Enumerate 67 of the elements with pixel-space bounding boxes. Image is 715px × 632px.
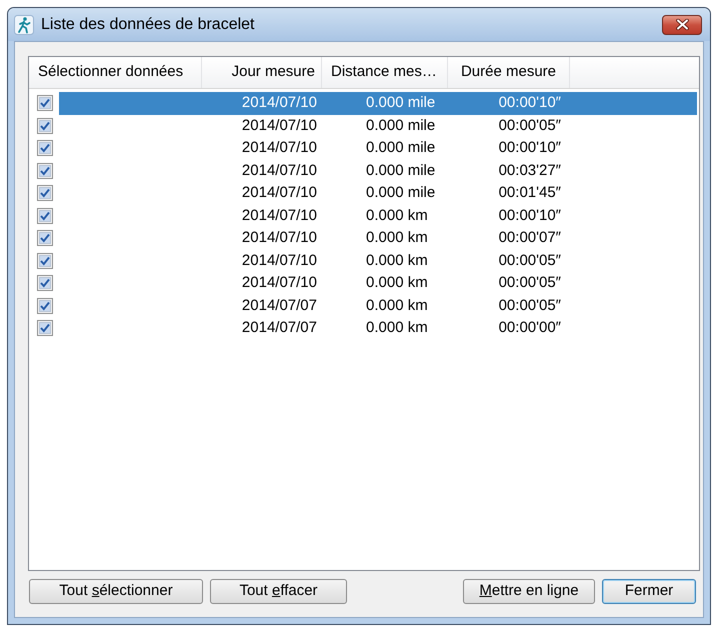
date-cell-text: 2014/07/10 bbox=[242, 183, 317, 203]
date-cell-text: 2014/07/10 bbox=[242, 250, 317, 270]
list-row[interactable]: 2014/07/10 0.000 km 00:00'10″ bbox=[59, 204, 697, 227]
list-row[interactable]: 2014/07/10 0.000 mile 00:03'27″ bbox=[59, 160, 697, 182]
duration-cell-text: 00:00'10″ bbox=[498, 138, 561, 158]
date-cell-text: 2014/07/10 bbox=[242, 138, 317, 158]
duration-cell-text: 00:00'05″ bbox=[498, 250, 561, 270]
duration-cell-text: 00:00'00″ bbox=[498, 318, 561, 338]
column-header[interactable]: Distance mes… bbox=[322, 57, 448, 88]
column-header[interactable]: Jour mesure bbox=[202, 57, 322, 88]
distance-cell-text: 0.000 mile bbox=[366, 138, 436, 158]
runner-icon bbox=[14, 14, 34, 34]
date-cell-text: 2014/07/10 bbox=[242, 160, 317, 180]
dialog-button[interactable]: Mettre en ligne bbox=[463, 579, 595, 604]
list-row[interactable]: 2014/07/10 0.000 mile 00:00'05″ bbox=[59, 114, 697, 137]
distance-cell-text: 0.000 km bbox=[366, 228, 428, 248]
list-row[interactable]: 2014/07/10 0.000 km 00:00'05″ bbox=[59, 250, 697, 272]
checkbox[interactable] bbox=[37, 162, 53, 179]
distance-cell-text: 0.000 km bbox=[366, 273, 428, 293]
distance-cell-text: 0.000 mile bbox=[366, 183, 436, 203]
date-cell-text: 2014/07/07 bbox=[242, 296, 317, 316]
checkbox[interactable] bbox=[37, 95, 53, 112]
duration-cell-text: 00:00'05″ bbox=[498, 296, 561, 316]
close-button[interactable] bbox=[662, 14, 702, 34]
list-row[interactable]: 2014/07/10 0.000 mile 00:00'10″ bbox=[59, 92, 697, 114]
list-row[interactable]: 2014/07/07 0.000 km 00:00'00″ bbox=[59, 317, 697, 340]
duration-cell-text: 00:03'27″ bbox=[498, 160, 561, 180]
checkbox[interactable] bbox=[37, 275, 53, 292]
distance-cell-text: 0.000 km bbox=[366, 296, 428, 316]
date-cell-text: 2014/07/10 bbox=[242, 228, 317, 248]
list-row[interactable]: 2014/07/10 0.000 mile 00:00'10″ bbox=[59, 137, 697, 160]
checkbox[interactable] bbox=[37, 118, 53, 134]
column-header[interactable]: Sélectionner données bbox=[29, 57, 202, 88]
dialog-button[interactable]: Tout effacer bbox=[210, 579, 347, 604]
checkbox[interactable] bbox=[37, 230, 53, 246]
window-title: Liste des données de bracelet bbox=[41, 14, 254, 34]
duration-cell-text: 00:01'45″ bbox=[498, 183, 561, 203]
distance-cell-text: 0.000 mile bbox=[366, 116, 436, 136]
list-row[interactable]: 2014/07/10 0.000 km 00:00'05″ bbox=[59, 272, 697, 294]
checkbox[interactable] bbox=[37, 320, 53, 336]
checkbox[interactable] bbox=[37, 298, 53, 314]
column-header[interactable]: Durée mesure bbox=[448, 57, 570, 88]
list-row[interactable]: 2014/07/10 0.000 km 00:00'07″ bbox=[59, 227, 697, 250]
checkbox[interactable] bbox=[37, 252, 53, 269]
date-cell-text: 2014/07/10 bbox=[242, 206, 317, 226]
dialog-button[interactable]: Fermer bbox=[602, 579, 696, 604]
duration-cell-text: 00:00'07″ bbox=[498, 228, 561, 248]
dialog-button[interactable]: Tout sélectionner bbox=[29, 579, 203, 604]
duration-cell-text: 00:00'05″ bbox=[498, 116, 561, 136]
date-cell-text: 2014/07/10 bbox=[242, 93, 317, 113]
close-icon bbox=[676, 19, 688, 30]
date-cell-text: 2014/07/10 bbox=[242, 273, 317, 293]
distance-cell-text: 0.000 km bbox=[366, 318, 428, 338]
duration-cell-text: 00:00'10″ bbox=[498, 206, 561, 226]
distance-cell-text: 0.000 km bbox=[366, 206, 428, 226]
duration-cell-text: 00:00'05″ bbox=[498, 273, 561, 293]
duration-cell-text: 00:00'10″ bbox=[498, 93, 561, 113]
checkbox[interactable] bbox=[37, 185, 53, 202]
list-row[interactable]: 2014/07/07 0.000 km 00:00'05″ bbox=[59, 294, 697, 317]
checkbox[interactable] bbox=[37, 208, 53, 224]
date-cell-text: 2014/07/07 bbox=[242, 318, 317, 338]
checkbox[interactable] bbox=[37, 140, 53, 156]
date-cell-text: 2014/07/10 bbox=[242, 116, 317, 136]
list-row[interactable]: 2014/07/10 0.000 mile 00:01'45″ bbox=[59, 182, 697, 204]
distance-cell-text: 0.000 km bbox=[366, 250, 428, 270]
distance-cell-text: 0.000 mile bbox=[366, 160, 436, 180]
distance-cell-text: 0.000 mile bbox=[366, 93, 436, 113]
